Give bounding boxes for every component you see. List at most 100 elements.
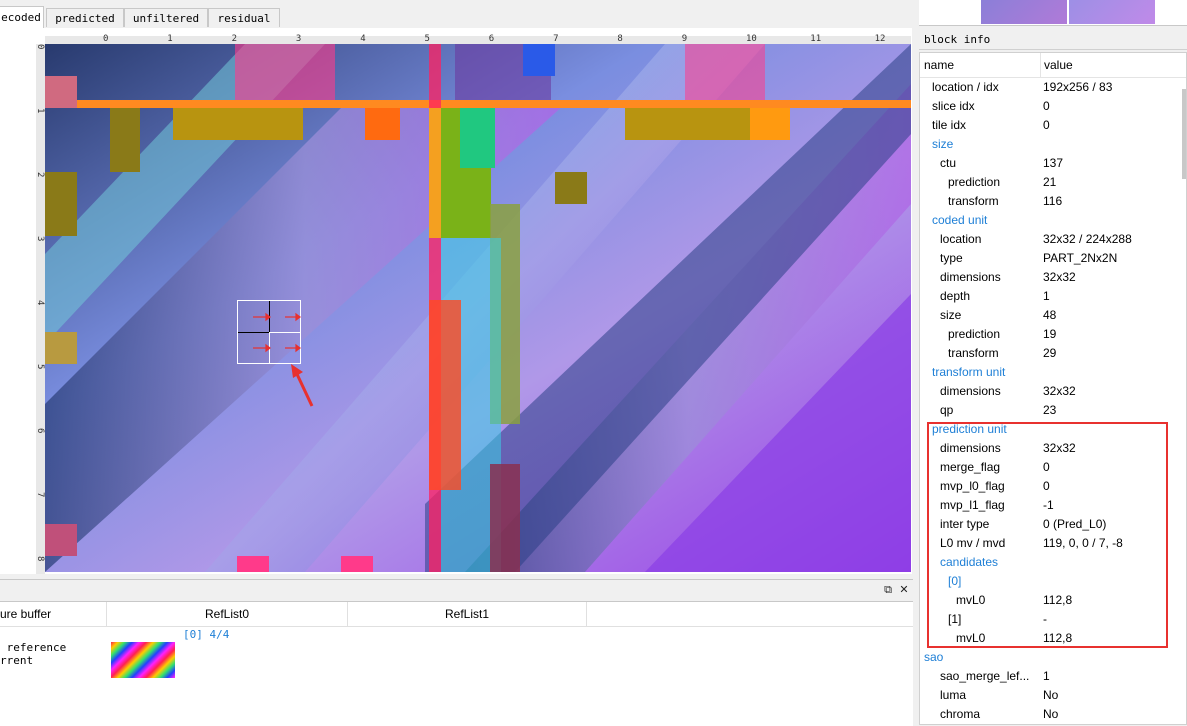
- tree-row-value: 32x32: [1043, 270, 1076, 284]
- tab-unfiltered[interactable]: unfiltered: [124, 8, 208, 27]
- tree-row-value: 23: [1043, 403, 1057, 417]
- tree-row[interactable]: type PART_2Nx2N: [920, 249, 1186, 268]
- current-label: rrent: [0, 654, 34, 667]
- tree-row-value: 32x32: [1043, 384, 1076, 398]
- tree-row[interactable]: dimensions 32x32: [920, 382, 1186, 401]
- reference-label: reference: [0, 641, 67, 654]
- ruler-tick-label: 7: [35, 492, 45, 498]
- ruler-tick-label: 4: [360, 34, 366, 44]
- tree-row-name: luma: [940, 688, 967, 702]
- panel-titlebar: ⧉ ✕: [0, 580, 913, 602]
- tree-row-value: No: [1043, 688, 1059, 702]
- tree-row[interactable]: tile idx 0: [920, 116, 1186, 135]
- ruler-tick-label: 6: [488, 34, 495, 44]
- reference-picture-panel: ⧉ ✕ ure buffer RefList0 RefList1 [0] 4/4…: [0, 579, 913, 726]
- thumbnail-image[interactable]: [1069, 0, 1155, 24]
- ruler-tick-label: 8: [617, 34, 623, 44]
- tree-row-name: prediction: [948, 327, 1001, 341]
- tree-row[interactable]: coded unit: [920, 211, 1186, 230]
- column-header-name[interactable]: name: [924, 58, 954, 72]
- tree-row[interactable]: sao_merge_lef... 1: [920, 667, 1186, 686]
- tab-decoded[interactable]: ecoded: [0, 6, 44, 28]
- frame-viewer[interactable]: 0 1 2 3 4 5 6 7 8 9 10 11 12 012345678: [0, 28, 912, 574]
- tab-label: predicted: [55, 12, 115, 25]
- tab-residual[interactable]: residual: [208, 8, 280, 27]
- motion-vector-arrows: [253, 312, 301, 353]
- tree-row[interactable]: depth 1: [920, 287, 1186, 306]
- decoded-frame-canvas[interactable]: [45, 44, 911, 572]
- tree-row-name: depth: [940, 289, 971, 303]
- annotation-arrow-icon: [291, 364, 314, 407]
- tree-row-value: 0: [1043, 118, 1050, 132]
- tree-row[interactable]: ctu 137: [920, 154, 1186, 173]
- ruler-tick-label: 11: [810, 34, 822, 44]
- tree-row-name: tile idx: [932, 118, 967, 132]
- float-panel-icon[interactable]: ⧉: [881, 583, 895, 597]
- ruler-tick-label: 6: [35, 428, 45, 434]
- thumbnail-strip: [919, 0, 1187, 26]
- tree-row-name: coded unit: [932, 213, 988, 227]
- tree-row-name: transform: [948, 346, 999, 360]
- ruler-tick-label: 9: [681, 34, 688, 44]
- tab-label: unfiltered: [132, 12, 200, 25]
- tree-row-value: 32x32 / 224x288: [1043, 232, 1132, 246]
- ruler-tick-label: 3: [295, 34, 302, 44]
- tree-row-name: location: [940, 232, 982, 246]
- tree-row-name: sao: [924, 650, 944, 664]
- reflist0-entry[interactable]: [0] 4/4: [183, 628, 229, 641]
- tree-row-name: transform unit: [932, 365, 1006, 379]
- thumbnail-image[interactable]: [981, 0, 1067, 24]
- tree-row[interactable]: luma No: [920, 686, 1186, 705]
- tree-row[interactable]: slice idx 0: [920, 97, 1186, 116]
- ruler-tick-label: 10: [746, 34, 757, 44]
- tree-row[interactable]: qp 23: [920, 401, 1186, 420]
- tree-row[interactable]: transform unit: [920, 363, 1186, 382]
- tree-row-value: 1: [1043, 289, 1050, 303]
- tree-row-name: chroma: [940, 707, 981, 721]
- column-header-reflist1[interactable]: RefList1: [348, 602, 586, 626]
- tree-row-name: dimensions: [940, 384, 1001, 398]
- decoded-frame-image: [45, 44, 911, 572]
- tree-row-value: 116: [1043, 194, 1063, 208]
- tree-row-name: type: [940, 251, 963, 265]
- vertical-scrollbar[interactable]: [1182, 89, 1186, 179]
- reference-picture-thumbnail[interactable]: [111, 642, 175, 678]
- tree-row-value: 21: [1043, 175, 1057, 189]
- tree-row[interactable]: transform 29: [920, 344, 1186, 363]
- column-header-reflist0[interactable]: RefList0: [107, 602, 347, 626]
- reference-table-header: ure buffer RefList0 RefList1: [0, 602, 913, 627]
- ruler-tick-label: 5: [424, 34, 430, 44]
- tab-label: residual: [217, 12, 271, 25]
- tree-row[interactable]: location / idx 192x256 / 83: [920, 78, 1186, 97]
- tree-header: name value: [920, 53, 1186, 78]
- ruler-tick-label: 12: [874, 34, 886, 44]
- tree-row-name: qp: [940, 403, 954, 417]
- column-header-buffer[interactable]: ure buffer: [0, 602, 106, 626]
- tab-predicted[interactable]: predicted: [46, 8, 124, 27]
- tree-row-value: 19: [1043, 327, 1057, 341]
- ruler-tick-label: 2: [35, 172, 45, 178]
- tree-row[interactable]: size 48: [920, 306, 1186, 325]
- selected-block[interactable]: [237, 300, 301, 364]
- tree-row[interactable]: size: [920, 135, 1186, 154]
- tree-row[interactable]: prediction 21: [920, 173, 1186, 192]
- tree-row-value: 137: [1043, 156, 1064, 170]
- ruler-tick-label: 2: [231, 34, 238, 44]
- tree-row[interactable]: sao: [920, 648, 1186, 667]
- column-header-value[interactable]: value: [1044, 58, 1073, 72]
- close-panel-icon[interactable]: ✕: [897, 583, 911, 597]
- tree-row-name: ctu: [940, 156, 957, 170]
- tree-row[interactable]: location 32x32 / 224x288: [920, 230, 1186, 249]
- block-info-title-bar: block info: [919, 31, 1187, 50]
- tree-row-name: prediction: [948, 175, 1001, 189]
- ruler-tick-label: 8: [35, 556, 45, 562]
- tree-row-name: location / idx: [932, 80, 999, 94]
- tree-row-name: size: [932, 137, 954, 151]
- tree-row-name: dimensions: [940, 270, 1001, 284]
- ruler-tick-label: 4: [35, 300, 45, 306]
- tree-row[interactable]: chroma No: [920, 705, 1186, 724]
- tree-row[interactable]: prediction 19: [920, 325, 1186, 344]
- tree-row[interactable]: transform 116: [920, 192, 1186, 211]
- tree-row[interactable]: dimensions 32x32: [920, 268, 1186, 287]
- tree-row-name: transform: [948, 194, 999, 208]
